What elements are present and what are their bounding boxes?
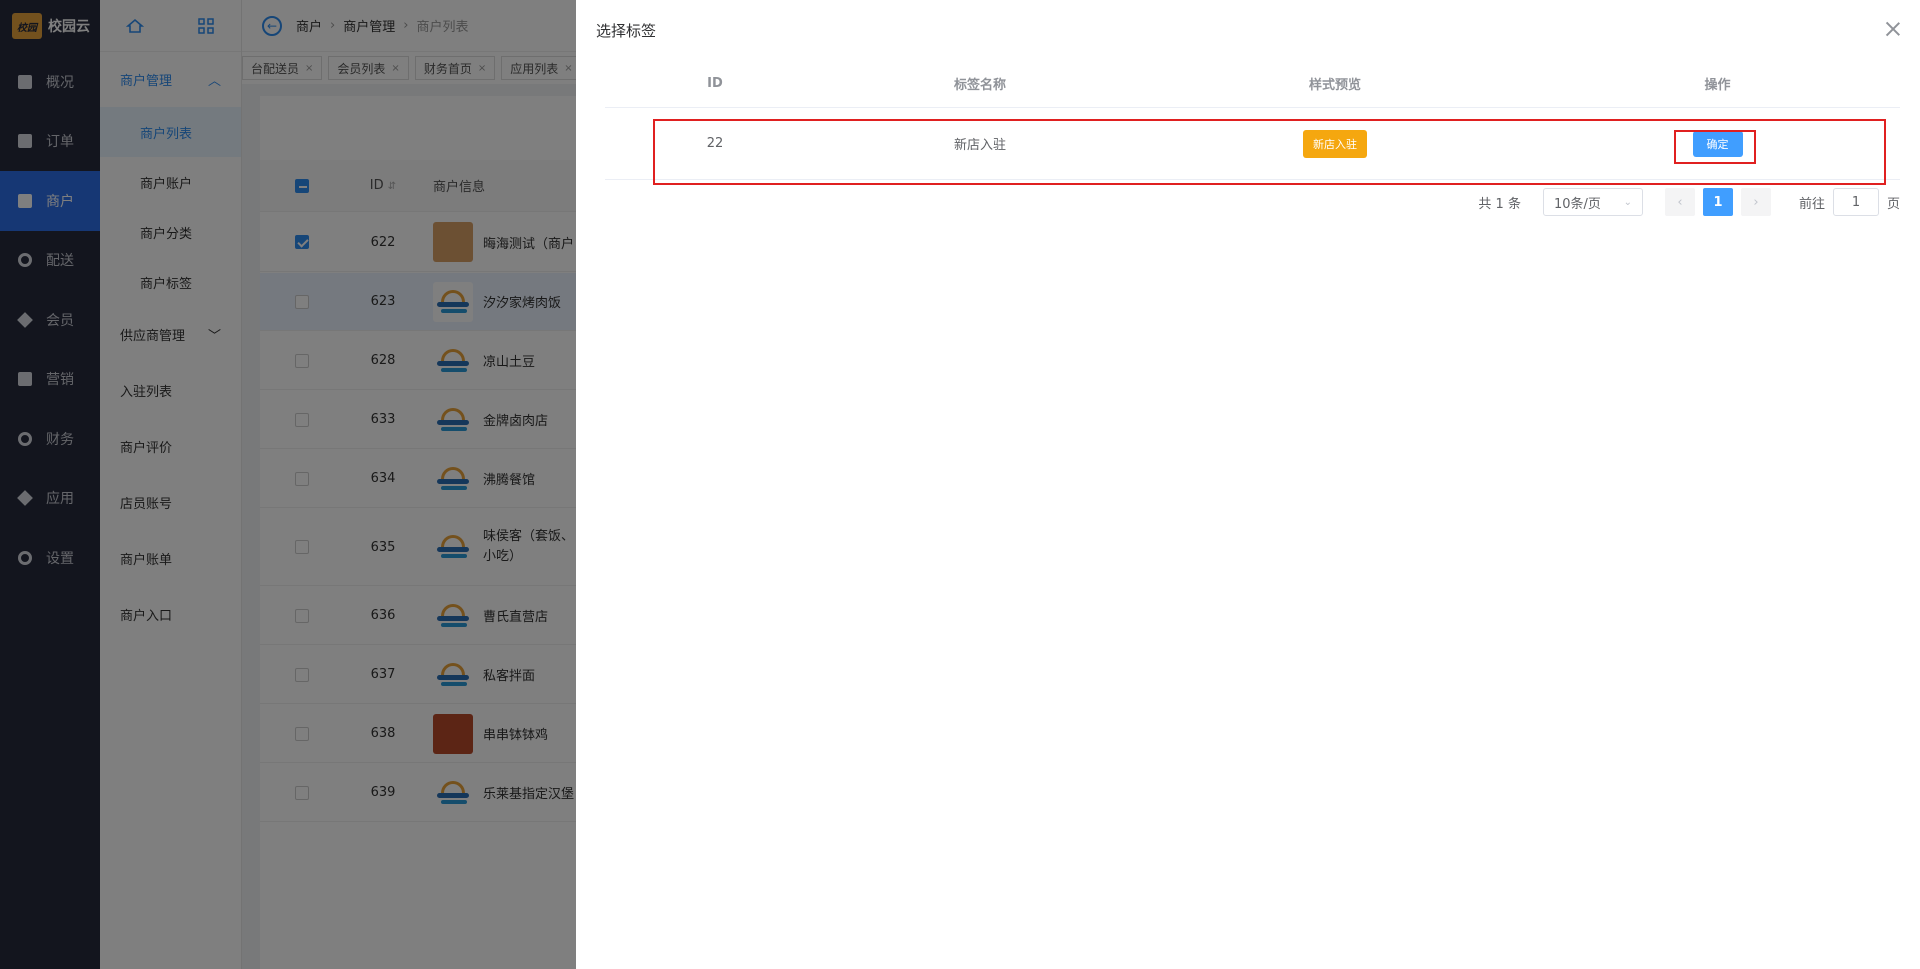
- chevron-down-icon: ⌄: [1623, 196, 1632, 208]
- page-number[interactable]: 1: [1702, 188, 1733, 216]
- pagination-total: 共 1 条: [1478, 196, 1521, 212]
- column-header-style-preview: 样式预览: [1308, 78, 1361, 93]
- column-header-tag-name: 标签名称: [953, 78, 1006, 93]
- select-tag-drawer: 选择标签 ID 标签名称 样式预览 操作 22 新店入驻 新店入驻 确定 共 1…: [576, 0, 1920, 969]
- page-suffix: 页: [1886, 196, 1900, 212]
- page-size-select[interactable]: 10条/页 ⌄: [1542, 188, 1643, 216]
- goto-page-input[interactable]: 1: [1832, 188, 1879, 216]
- goto-label: 前往: [1798, 196, 1825, 212]
- chevron-right-icon: ›: [1753, 194, 1759, 210]
- page-size-value: 10条/页: [1553, 196, 1601, 212]
- highlight-confirm-box: [1674, 130, 1756, 164]
- column-header-action: 操作: [1704, 78, 1731, 93]
- tag-table-header: ID 标签名称 样式预览 操作: [605, 60, 1900, 108]
- pagination: 共 1 条 10条/页 ⌄ ‹ 1 › 前往 1 页: [1478, 188, 1900, 216]
- chevron-left-icon: ‹: [1677, 194, 1683, 210]
- drawer-title: 选择标签: [596, 22, 657, 40]
- close-icon[interactable]: [1884, 20, 1902, 38]
- column-header-id: ID: [707, 76, 723, 91]
- next-page-button[interactable]: ›: [1740, 188, 1771, 216]
- prev-page-button[interactable]: ‹: [1664, 188, 1695, 216]
